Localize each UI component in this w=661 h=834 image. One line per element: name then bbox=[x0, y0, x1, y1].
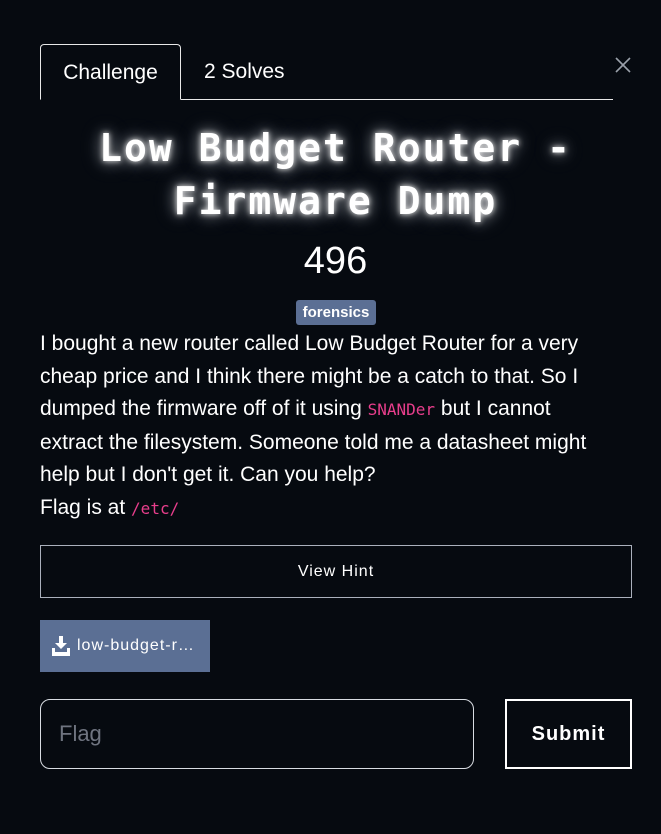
flag-path: /etc/ bbox=[131, 498, 180, 518]
tab-bar: Challenge 2 Solves bbox=[40, 44, 613, 100]
close-button[interactable] bbox=[612, 54, 634, 76]
flag-location-text: Flag is at bbox=[40, 495, 132, 519]
tab-solves[interactable]: 2 Solves bbox=[204, 44, 285, 100]
description-paragraph: I bought a new router called Low Budget … bbox=[40, 328, 615, 492]
close-icon bbox=[615, 57, 631, 73]
view-hint-button[interactable]: View Hint bbox=[40, 545, 632, 598]
file-name: low-budget-r… bbox=[77, 637, 195, 654]
submit-button[interactable]: Submit bbox=[505, 699, 632, 769]
challenge-modal: Challenge 2 Solves Low Budget Router - F… bbox=[0, 0, 661, 834]
category-badge: forensics bbox=[296, 300, 376, 325]
flag-location: Flag is at /etc/ bbox=[40, 492, 615, 526]
challenge-description: I bought a new router called Low Budget … bbox=[40, 328, 615, 526]
download-file-button[interactable]: low-budget-r… bbox=[40, 620, 210, 672]
download-icon bbox=[52, 636, 70, 656]
tab-challenge[interactable]: Challenge bbox=[40, 44, 181, 100]
flag-input[interactable] bbox=[40, 699, 474, 769]
tool-name: SNANDer bbox=[367, 400, 436, 420]
challenge-points: 496 bbox=[303, 240, 368, 282]
challenge-title: Low Budget Router - Firmware Dump bbox=[99, 126, 572, 223]
